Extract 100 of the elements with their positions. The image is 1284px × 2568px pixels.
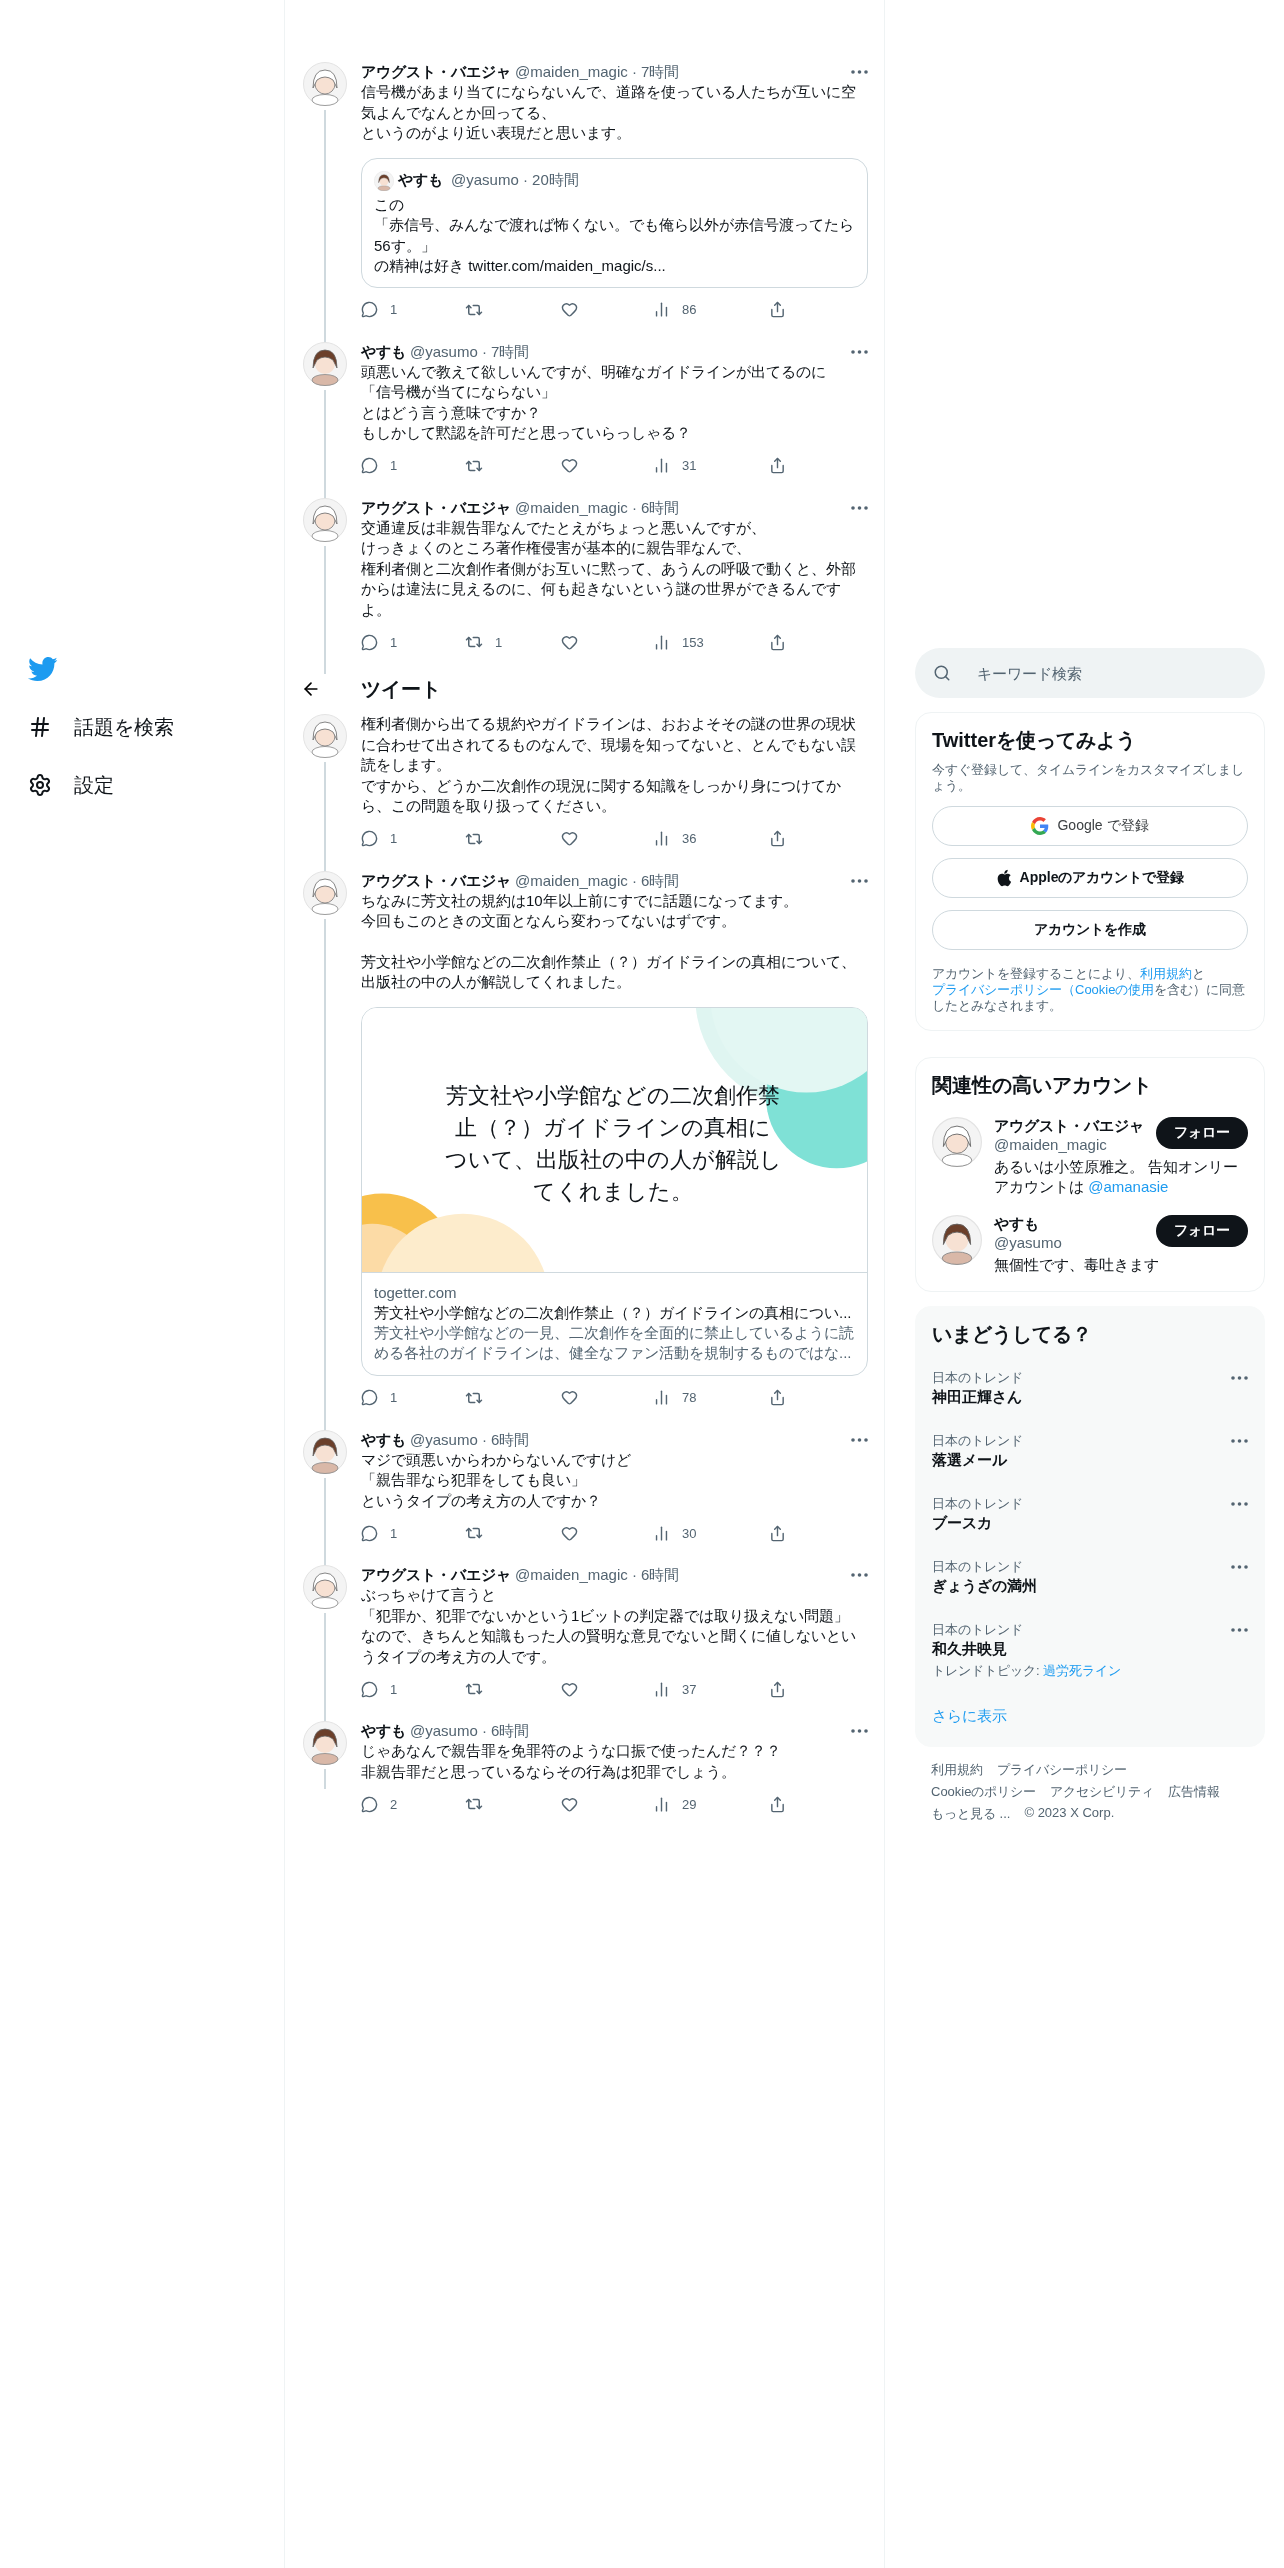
author-name[interactable]: やすも — [361, 341, 406, 362]
more-button[interactable] — [1231, 1628, 1248, 1632]
trend-context: 日本のトレンド — [932, 1559, 1024, 1575]
views-button[interactable]: 153 — [653, 633, 769, 651]
quoted-tweet[interactable]: やすも @yasumo · 20時間 この 「赤信号、みんなで渡れば怖くない。でも俺ら以外が赤信号渡ってたら56す。」 の精神は好き twitter.com/maiden_magic/s... — [361, 157, 868, 288]
nav-link[interactable]: 設定 — [28, 756, 284, 814]
more-button[interactable] — [1231, 1376, 1248, 1380]
card-title: 芳文社や小学館などの二次創作禁止（？）ガイドラインの真相につい... — [374, 1302, 853, 1323]
trend-name[interactable]: 落選メール — [932, 1451, 1023, 1470]
more-icon — [1231, 1439, 1248, 1443]
retweet-button[interactable]: 1 — [465, 633, 561, 651]
share-icon — [769, 1524, 786, 1542]
author-name[interactable]: アウグスト・バエジャ — [361, 1565, 511, 1585]
bar-chart-icon — [653, 457, 670, 474]
signup-button[interactable]: Appleのアカウントで登録 — [932, 858, 1248, 898]
share-icon — [769, 1389, 786, 1406]
footer-link[interactable]: プライバシーポリシー — [997, 1761, 1127, 1779]
footer-link[interactable]: もっと見る ... — [931, 1805, 1011, 1823]
reply-button[interactable]: 1 — [361, 1389, 465, 1406]
trend-context: 日本のトレンド — [932, 1496, 1023, 1512]
reply-icon — [361, 457, 378, 474]
footer-link[interactable]: 利用規約 — [931, 1761, 983, 1779]
views-button[interactable]: 30 — [653, 1524, 769, 1542]
reply-button[interactable]: 1 — [361, 633, 465, 651]
bar-chart-icon — [653, 633, 670, 651]
card-title: 関連性の高いアカウント — [932, 1073, 1153, 1098]
signup-button[interactable]: アカウントを作成 — [932, 910, 1248, 950]
like-icon — [561, 1680, 578, 1698]
more-button[interactable] — [851, 1437, 868, 1442]
more-button[interactable] — [851, 1729, 868, 1733]
avatar[interactable] — [303, 1429, 347, 1474]
author-name[interactable]: やすも — [361, 1429, 406, 1450]
more-button[interactable] — [1231, 1565, 1248, 1569]
author-name[interactable]: アウグスト・バエジャ — [361, 497, 511, 518]
copyright: © 2023 X Corp. — [1024, 1805, 1115, 1822]
avatar[interactable] — [374, 170, 394, 191]
search-bar[interactable]: キーワード検索 — [915, 648, 1265, 698]
avatar[interactable] — [932, 1215, 982, 1265]
views-button[interactable]: 86 — [653, 301, 769, 318]
reply-icon — [361, 1524, 378, 1542]
account-name[interactable]: やすも — [994, 1215, 1144, 1234]
more-button[interactable] — [851, 505, 868, 510]
reply-button[interactable]: 1 — [361, 830, 465, 847]
trend-name[interactable]: 神田正輝さん — [932, 1388, 1023, 1407]
views-button[interactable]: 37 — [653, 1680, 769, 1698]
signup-button[interactable]: Google で登録 — [932, 806, 1248, 846]
account-handle: @maiden_magic — [994, 1136, 1108, 1153]
tweet-text: けっきょくのところ著作権侵害が基本的に親告罪なんで、 — [361, 538, 752, 558]
reply-button[interactable]: 2 — [361, 1795, 465, 1813]
more-button[interactable] — [851, 70, 868, 74]
follow-button[interactable]: フォロー — [1156, 1215, 1248, 1247]
nav-link[interactable]: 話題を検索 — [28, 698, 284, 756]
more-icon — [851, 1573, 868, 1577]
avatar[interactable] — [303, 341, 347, 386]
tweet-text: とはどう言う意味ですか？ — [361, 402, 542, 423]
tweet-text: 芳文社や小学館などの二次創作禁止（？）ガイドラインの真相について、出版社の中の人が解説してくれました。 — [361, 951, 857, 992]
footer-link[interactable]: アクセシビリティ — [1050, 1783, 1155, 1801]
author-name[interactable]: やすも — [361, 1721, 406, 1741]
hashtag-icon — [28, 715, 52, 739]
search-field[interactable]: キーワード検索 — [975, 663, 1247, 683]
reply-icon — [361, 1680, 378, 1698]
reply-button[interactable]: 1 — [361, 1680, 465, 1698]
views-button[interactable]: 36 — [653, 830, 769, 847]
tweet-text: もしかして黙認を許可だと思っていらっしゃる？ — [361, 423, 692, 443]
footer-link[interactable]: Cookieのポリシー — [931, 1783, 1037, 1801]
tweet-meta: @yasumo · 6時間 — [410, 1721, 531, 1741]
quoted-text: の精神は好き twitter.com/maiden_magic/s... — [374, 256, 667, 276]
tweet-text: じゃあなんで親告罪を免罪符のような口振で使ったんだ？？？ — [361, 1741, 782, 1761]
card-description: 芳文社や小学館などの一見、二次創作を全面的に禁止しているように読める各社のガイドラインは、健全なファン活動を規制するものではな... — [374, 1322, 855, 1363]
footer-link[interactable]: 広告情報 — [1168, 1783, 1221, 1801]
more-button[interactable] — [851, 878, 868, 883]
like-icon — [561, 457, 578, 474]
account-name[interactable]: アウグスト・バエジャ — [994, 1117, 1144, 1136]
trend-context: 日本のトレンド — [932, 1622, 1024, 1638]
reply-button[interactable]: 1 — [361, 1524, 465, 1542]
reply-icon — [361, 1795, 378, 1813]
tweet-text: 権利者側と二次創作者側がお互いに黙って、あうんの呼吸で動くと、外部からは違法に見えるのに、何も起きないという謎の世界ができるんですよ。 — [361, 558, 857, 620]
tweet-text: なので、きちんと知識もった人の賢明な意見でないと聞くに値しないというタイプの考え方の人です。 — [361, 1626, 857, 1667]
bird-logo-icon[interactable] — [28, 657, 58, 682]
more-button[interactable] — [851, 349, 868, 354]
author-name[interactable]: アウグスト・バエジャ — [361, 62, 511, 82]
avatar[interactable] — [303, 1721, 347, 1765]
share-icon — [769, 1680, 786, 1698]
views-button[interactable]: 31 — [653, 457, 769, 474]
tweet-text: 信号機があまり当てにならないんで、道路を使っている人たちが互いに空気よんでなんとか回ってる、 — [361, 82, 857, 123]
follow-button[interactable]: フォロー — [1156, 1117, 1248, 1149]
tweet-text: 今回もこのときの文面となんら変わってないはずです。 — [361, 911, 737, 931]
more-button[interactable] — [1231, 1502, 1248, 1506]
more-button[interactable] — [1231, 1439, 1248, 1443]
tweet-text: 「親告罪なら犯罪をしても良い」 — [361, 1470, 587, 1490]
reply-button[interactable]: 1 — [361, 457, 465, 474]
views-button[interactable]: 78 — [653, 1389, 769, 1406]
trend-name[interactable]: ブースカ — [932, 1514, 1023, 1533]
trend-name[interactable]: 和久井映見 — [932, 1640, 1122, 1659]
trend-name[interactable]: ぎょうざの満州 — [932, 1577, 1037, 1596]
reply-button[interactable]: 1 — [361, 301, 465, 318]
author-name[interactable]: アウグスト・バエジャ — [361, 870, 511, 891]
like-icon — [561, 301, 578, 318]
more-button[interactable] — [851, 1573, 868, 1577]
views-button[interactable]: 29 — [653, 1795, 769, 1813]
